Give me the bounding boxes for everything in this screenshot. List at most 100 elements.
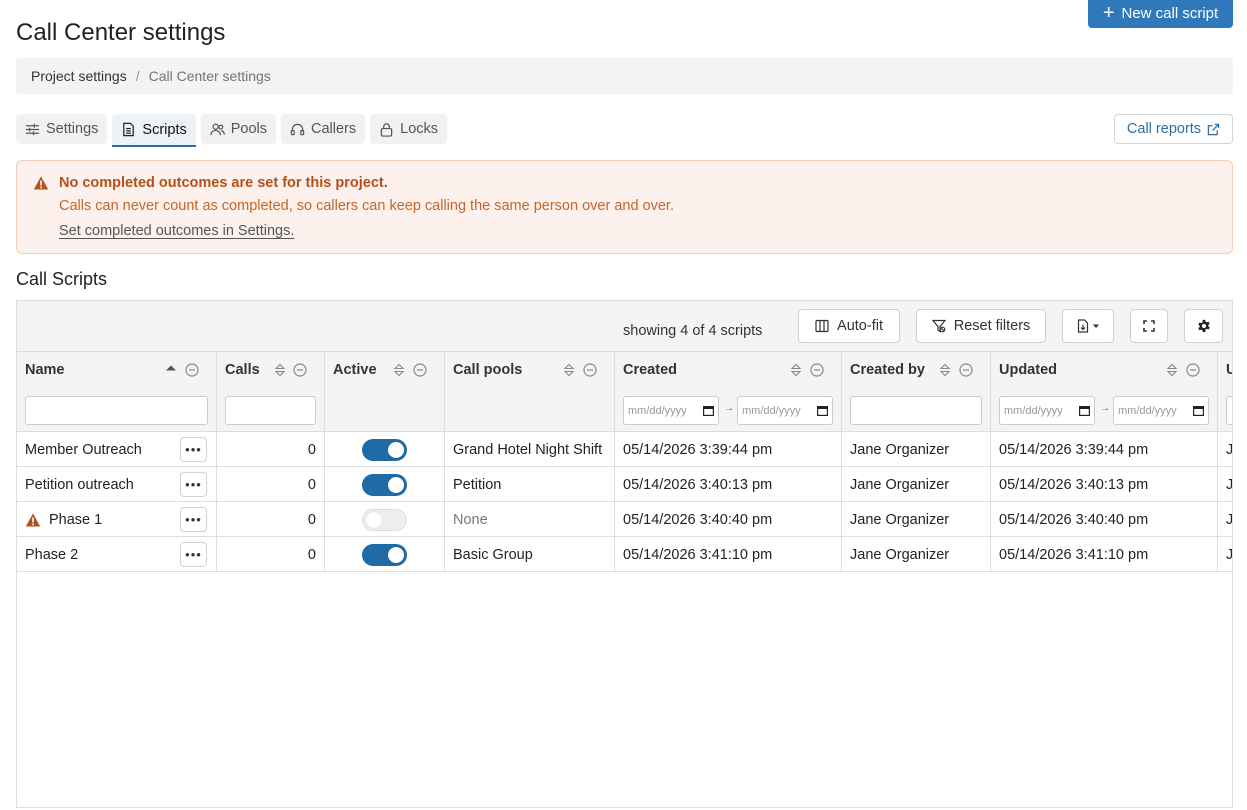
calls-filter-input[interactable] bbox=[225, 396, 316, 425]
sort-icon[interactable] bbox=[274, 363, 286, 377]
column-created-label[interactable]: Created bbox=[623, 362, 677, 378]
alert-settings-link[interactable]: Set completed outcomes in Settings. bbox=[59, 223, 294, 239]
script-name[interactable]: Member Outreach bbox=[25, 442, 142, 458]
calls-cell: 0 bbox=[217, 432, 325, 467]
table-row: Petition outreach ••• 0 Petition 05/14/20… bbox=[17, 467, 1232, 502]
column-name-label[interactable]: Name bbox=[25, 362, 65, 378]
active-toggle[interactable] bbox=[362, 544, 407, 566]
more-icon: ••• bbox=[185, 477, 202, 492]
calendar-icon bbox=[703, 406, 714, 416]
remove-column-icon[interactable] bbox=[293, 363, 307, 377]
active-cell bbox=[325, 502, 445, 537]
grid-settings-button[interactable] bbox=[1184, 309, 1223, 343]
remove-column-icon[interactable] bbox=[185, 363, 199, 377]
active-cell bbox=[325, 432, 445, 467]
remove-column-icon[interactable] bbox=[959, 363, 973, 377]
new-call-script-label: New call script bbox=[1121, 4, 1219, 22]
next-filter-input[interactable] bbox=[1226, 396, 1232, 425]
pools-cell: Grand Hotel Night Shift bbox=[445, 432, 615, 467]
alert-title: No completed outcomes are set for this p… bbox=[59, 175, 388, 191]
truncated-cell: J bbox=[1226, 441, 1233, 458]
name-filter-input[interactable] bbox=[25, 396, 208, 425]
row-actions-button[interactable]: ••• bbox=[180, 437, 207, 462]
pools-cell: None bbox=[445, 502, 615, 537]
alert-body: Calls can never count as completed, so c… bbox=[59, 198, 674, 214]
column-header-active: Active bbox=[325, 352, 445, 432]
column-next-label[interactable]: U bbox=[1226, 362, 1232, 378]
updated-to-date-input[interactable]: mm/dd/yyyy bbox=[1113, 396, 1209, 425]
calls-cell: 0 bbox=[217, 537, 325, 572]
script-name[interactable]: Phase 1 bbox=[49, 512, 102, 528]
updated-from-date-input[interactable]: mm/dd/yyyy bbox=[999, 396, 1095, 425]
tab-pools[interactable]: Pools bbox=[200, 114, 277, 144]
column-header-calls: Calls bbox=[217, 352, 325, 432]
remove-column-icon[interactable] bbox=[810, 363, 824, 377]
tab-settings[interactable]: Settings bbox=[16, 114, 108, 144]
active-toggle[interactable] bbox=[362, 474, 407, 496]
more-icon: ••• bbox=[185, 547, 202, 562]
sort-icon[interactable] bbox=[1166, 363, 1178, 377]
tab-scripts[interactable]: Scripts bbox=[112, 114, 196, 147]
created-by-filter-input[interactable] bbox=[850, 396, 982, 425]
column-header-name: Name bbox=[17, 352, 217, 432]
export-button[interactable] bbox=[1062, 309, 1114, 343]
filter-reset-icon bbox=[931, 319, 946, 333]
script-name[interactable]: Phase 2 bbox=[25, 547, 78, 563]
sort-ascending-icon[interactable] bbox=[165, 362, 177, 376]
sliders-icon bbox=[25, 123, 40, 135]
row-actions-button[interactable]: ••• bbox=[180, 472, 207, 497]
document-icon bbox=[123, 122, 135, 137]
column-pools-label[interactable]: Call pools bbox=[453, 362, 522, 378]
breadcrumb-project-settings[interactable]: Project settings bbox=[31, 68, 127, 84]
reset-filters-button[interactable]: Reset filters bbox=[916, 309, 1046, 343]
created-by-cell: Jane Organizer bbox=[842, 467, 991, 502]
updated-cell: 05/14/2026 3:39:44 pm bbox=[991, 432, 1218, 467]
column-active-label[interactable]: Active bbox=[333, 362, 377, 378]
sort-icon[interactable] bbox=[393, 363, 405, 377]
new-call-script-button[interactable]: + New call script bbox=[1088, 0, 1233, 28]
script-name[interactable]: Petition outreach bbox=[25, 477, 134, 493]
remove-column-icon[interactable] bbox=[583, 363, 597, 377]
active-toggle[interactable] bbox=[362, 439, 407, 461]
updated-cell: 05/14/2026 3:40:13 pm bbox=[991, 467, 1218, 502]
calendar-icon bbox=[1193, 406, 1204, 416]
tab-settings-label: Settings bbox=[46, 121, 99, 137]
sort-icon[interactable] bbox=[939, 363, 951, 377]
call-reports-link[interactable]: Call reports bbox=[1114, 114, 1233, 144]
column-header-truncated: U bbox=[1218, 352, 1232, 432]
date-placeholder: mm/dd/yyyy bbox=[1118, 404, 1177, 417]
fullscreen-button[interactable] bbox=[1130, 309, 1168, 343]
warning-icon bbox=[25, 513, 41, 526]
column-calls-label[interactable]: Calls bbox=[225, 362, 260, 378]
warning-icon bbox=[33, 176, 49, 190]
row-actions-button[interactable]: ••• bbox=[180, 542, 207, 567]
active-toggle[interactable] bbox=[362, 509, 407, 531]
table-row: Member Outreach ••• 0 Grand Hotel Night S… bbox=[17, 432, 1233, 467]
calls-cell: 0 bbox=[217, 467, 325, 502]
calendar-icon bbox=[817, 406, 828, 416]
users-icon bbox=[210, 123, 225, 135]
tab-callers[interactable]: Callers bbox=[281, 114, 366, 144]
remove-column-icon[interactable] bbox=[1186, 363, 1200, 377]
scripts-grid: showing 4 of 4 scripts Auto-fit Reset fi… bbox=[16, 300, 1233, 808]
created-to-date-input[interactable]: mm/dd/yyyy bbox=[737, 396, 833, 425]
file-export-icon bbox=[1077, 319, 1089, 333]
created-by-cell: Jane Organizer bbox=[842, 432, 991, 467]
updated-cell: 05/14/2026 3:40:40 pm bbox=[991, 502, 1218, 537]
range-arrow-icon: → bbox=[1100, 403, 1110, 414]
lock-icon bbox=[380, 122, 393, 137]
showing-count: showing 4 of 4 scripts bbox=[623, 323, 763, 339]
row-actions-button[interactable]: ••• bbox=[180, 507, 207, 532]
auto-fit-button[interactable]: Auto-fit bbox=[798, 309, 900, 343]
more-icon: ••• bbox=[185, 512, 202, 527]
date-placeholder: mm/dd/yyyy bbox=[742, 404, 801, 417]
column-updated-label[interactable]: Updated bbox=[999, 362, 1057, 378]
created-from-date-input[interactable]: mm/dd/yyyy bbox=[623, 396, 719, 425]
sort-icon[interactable] bbox=[563, 363, 575, 377]
tab-locks[interactable]: Locks bbox=[370, 114, 448, 144]
tab-callers-label: Callers bbox=[311, 121, 357, 137]
sort-icon[interactable] bbox=[790, 363, 802, 377]
column-created-by-label[interactable]: Created by bbox=[850, 362, 925, 378]
date-placeholder: mm/dd/yyyy bbox=[1004, 404, 1063, 417]
remove-column-icon[interactable] bbox=[413, 363, 427, 377]
